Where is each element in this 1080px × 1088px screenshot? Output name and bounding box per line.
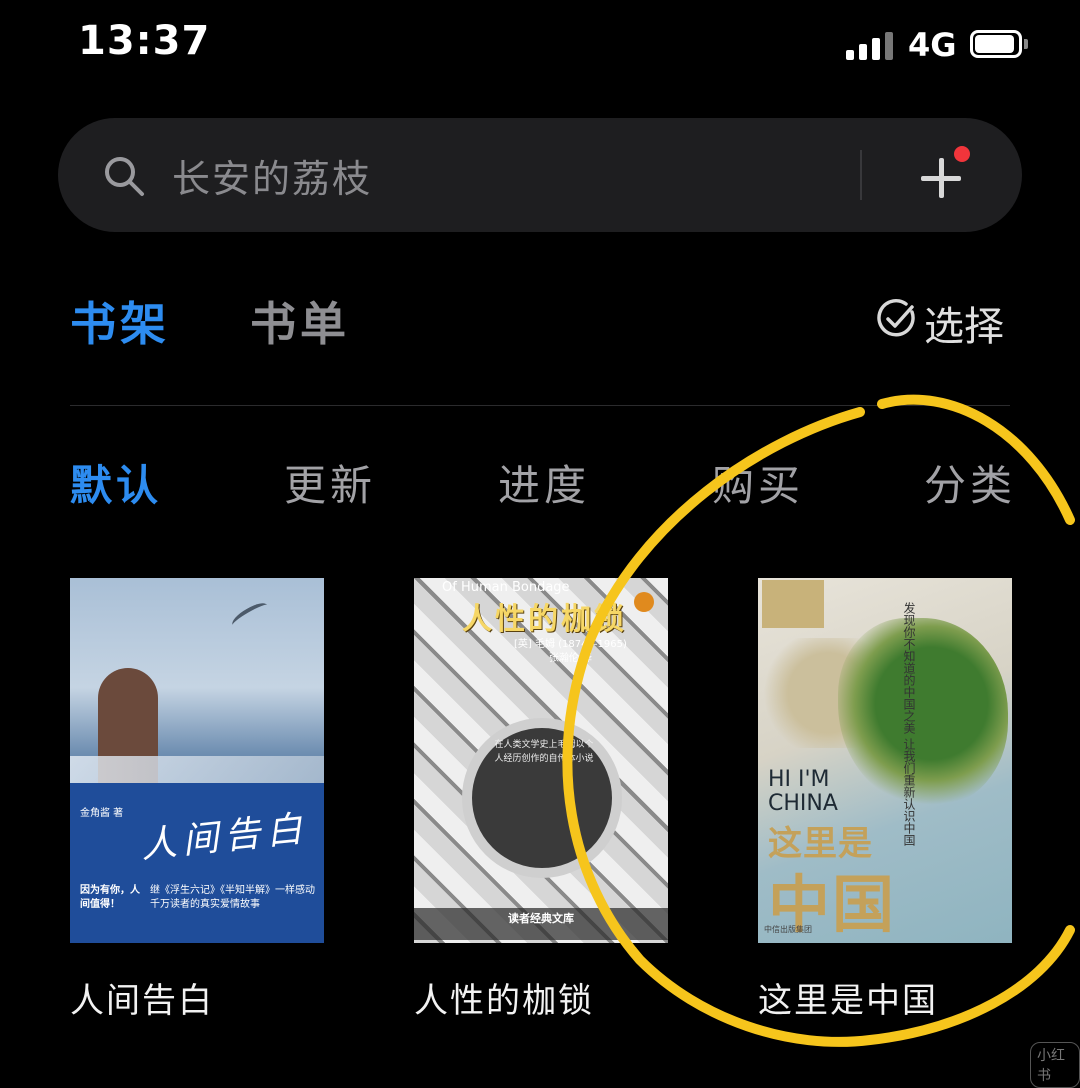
search-input[interactable]: 长安的荔枝 xyxy=(172,148,372,203)
book-item[interactable]: 金角酱 著 人间告白 因为有你，人间值得！ 继《浮生六记》《半知半解》一样感动千… xyxy=(70,578,324,1021)
book-title[interactable]: 这里是中国 xyxy=(758,973,938,1022)
cover-author: 金角酱 著 xyxy=(80,808,124,819)
add-button[interactable] xyxy=(908,146,972,212)
signal-icon xyxy=(846,32,894,60)
network-type: 4G xyxy=(908,26,957,64)
cover-translator: 张瀚伦 译 xyxy=(548,653,593,664)
sort-tabs: 默认 更新 进度 购买 分类 xyxy=(0,452,1080,512)
cover-blurb: 继《浮生六记》《半知半解》一样感动千万读者的真实爱情故事 xyxy=(150,885,315,910)
sort-tab-progress[interactable]: 进度 xyxy=(498,452,590,513)
main-tabs: 书架 书单 选择 xyxy=(0,288,1080,358)
book-cover[interactable]: Of Human Bondage 人性的枷锁 [英] 毛姆 (1874—1965… xyxy=(414,578,668,943)
cover-title: 人性的枷锁 xyxy=(462,602,627,637)
cover-blurb: 在人类文学史上毛姆以个人经历创作的自传体小说 xyxy=(494,740,594,764)
search-divider xyxy=(860,150,862,200)
book-title[interactable]: 人间告白 xyxy=(70,973,214,1022)
cover-badge xyxy=(634,592,654,612)
sort-tab-purchased[interactable]: 购买 xyxy=(712,452,804,513)
tab-booklist[interactable]: 书单 xyxy=(250,288,350,354)
cover-series: 读者经典文库 xyxy=(414,908,668,940)
check-circle-icon xyxy=(877,299,915,337)
book-cover[interactable]: 金角酱 著 人间告白 因为有你，人间值得！ 继《浮生六记》《半知半解》一样感动千… xyxy=(70,578,324,943)
book-cover[interactable]: 发现你不知道的中国之美 让我们重新认识中国 HI I'M CHINA 这里是 中… xyxy=(758,578,1012,943)
book-title[interactable]: 人性的枷锁 xyxy=(414,973,594,1022)
book-item[interactable]: Of Human Bondage 人性的枷锁 [英] 毛姆 (1874—1965… xyxy=(414,578,668,1021)
tab-bookshelf[interactable]: 书架 xyxy=(70,288,170,354)
sort-tab-category[interactable]: 分类 xyxy=(924,452,1016,513)
search-bar[interactable]: 长安的荔枝 xyxy=(58,118,1022,232)
sort-tab-default[interactable]: 默认 xyxy=(70,452,162,513)
cover-publisher: 中信出版集团 xyxy=(764,925,812,934)
cover-label xyxy=(762,580,824,628)
divider xyxy=(70,405,1010,406)
search-icon xyxy=(105,157,144,196)
cover-tagline: 因为有你，人间值得！ xyxy=(80,885,140,910)
bird-illustration xyxy=(229,598,271,632)
notification-dot xyxy=(954,146,970,162)
status-bar: 13:37 4G xyxy=(0,0,1080,90)
cover-english-title: HI I'M CHINA xyxy=(768,767,838,816)
watermark: 小红书 xyxy=(1030,1042,1080,1088)
cover-english-title: Of Human Bondage xyxy=(442,580,570,595)
status-time: 13:37 xyxy=(78,18,211,64)
select-label: 选择 xyxy=(924,304,1004,350)
cover-author: [英] 毛姆 (1874—1965) xyxy=(514,639,627,650)
sort-tab-updated[interactable]: 更新 xyxy=(284,452,376,513)
battery-icon xyxy=(970,30,1028,58)
book-item[interactable]: 发现你不知道的中国之美 让我们重新认识中国 HI I'M CHINA 这里是 中… xyxy=(758,578,1012,1021)
